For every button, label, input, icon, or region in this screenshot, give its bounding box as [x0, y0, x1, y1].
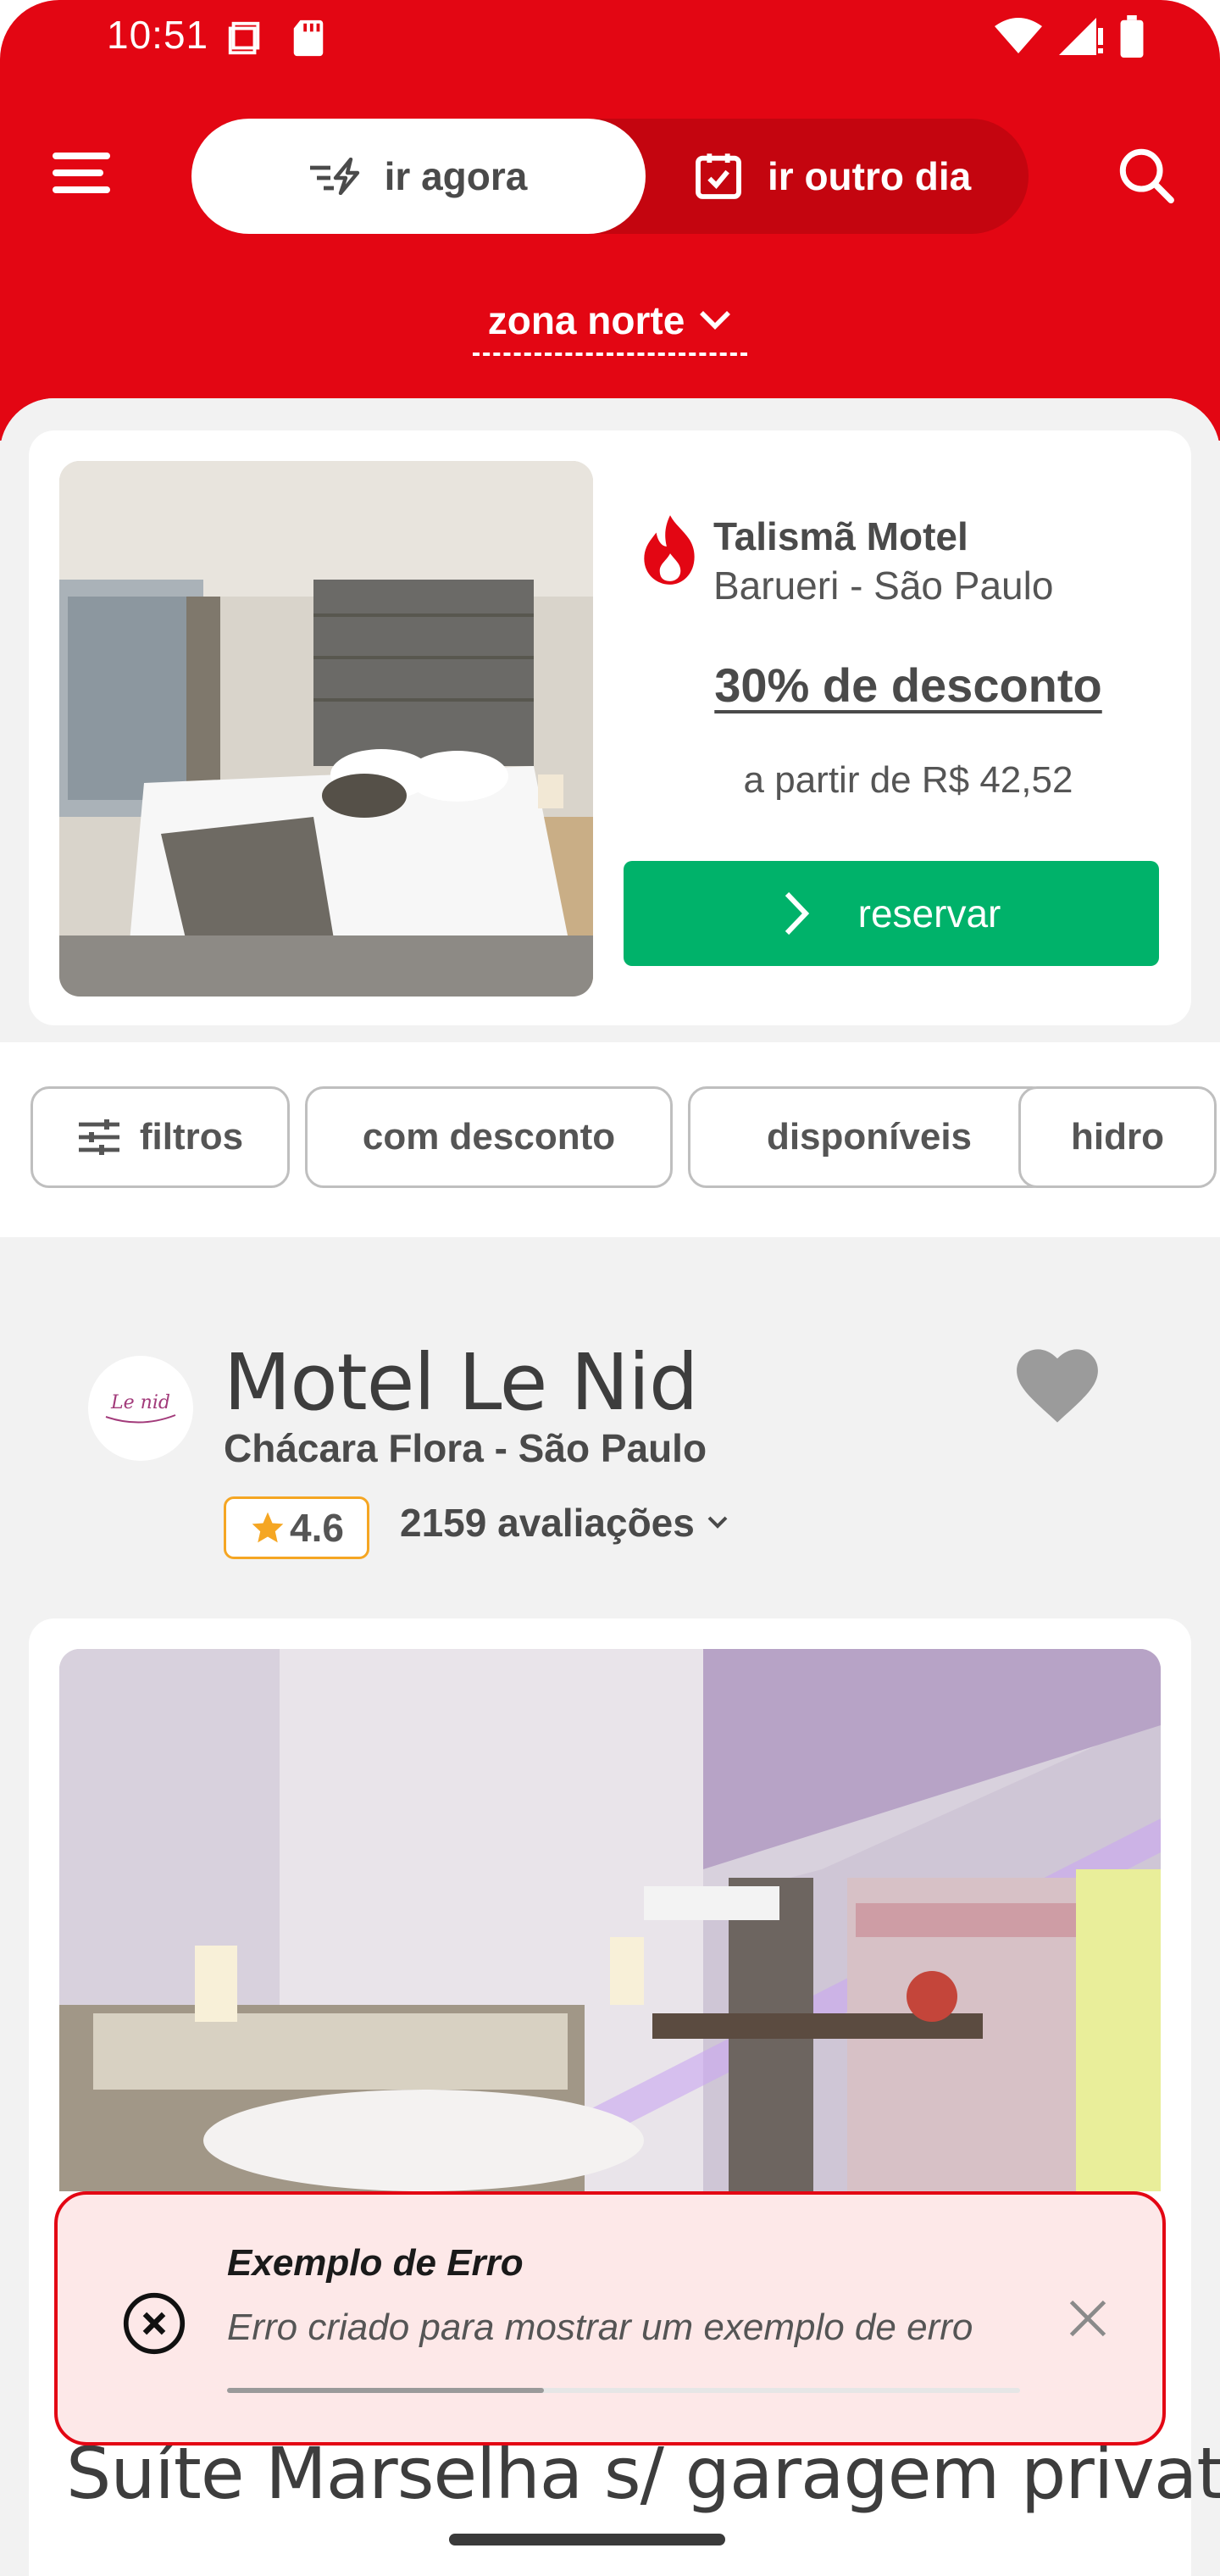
calendar-check-icon	[696, 153, 741, 199]
error-circle-icon	[123, 2292, 186, 2355]
filter-chip-label: hidro	[1071, 1116, 1164, 1158]
fire-icon	[644, 515, 695, 585]
bedroom-photo	[59, 461, 593, 997]
promo-section: Talismã Motel Barueri - São Paulo 30% de…	[0, 398, 1220, 1042]
star-icon	[252, 1512, 284, 1543]
zone-label: zona norte	[487, 298, 685, 342]
toast-progress-bar	[227, 2388, 545, 2393]
menu-button[interactable]	[53, 153, 110, 200]
go-now-tab[interactable]: ir agora	[191, 119, 646, 234]
filter-chip-available[interactable]: disponíveis	[688, 1086, 1051, 1188]
home-indicator[interactable]	[449, 2534, 725, 2545]
chevron-right-icon	[785, 891, 809, 935]
filter-chip-hydro[interactable]: hidro	[1018, 1086, 1217, 1188]
suite-photo	[59, 1649, 1161, 2191]
sd-card-icon	[293, 19, 324, 57]
chevron-down-icon	[700, 311, 731, 330]
go-other-day-tab[interactable]: ir outro dia	[666, 119, 1029, 234]
reserve-label: reservar	[857, 891, 1001, 935]
promo-discount[interactable]: 30% de desconto	[630, 658, 1186, 713]
reviews-count: 2159 avaliações	[400, 1501, 695, 1545]
toast-title: Exemplo de Erro	[227, 2242, 524, 2284]
reserve-button[interactable]: reservar	[624, 861, 1159, 966]
filter-chip-bar: filtros com desconto disponíveis hidro	[0, 1042, 1220, 1237]
search-icon[interactable]	[1117, 146, 1176, 205]
promo-location: Barueri - São Paulo	[713, 564, 1054, 608]
hotel-logo: Le nid	[88, 1356, 193, 1461]
logo-text: Le nid	[110, 1392, 170, 1413]
visit-mode-toggle: ir agora ir outro dia	[191, 119, 1029, 234]
menu-line	[53, 153, 110, 159]
app-header: 10:51 ir agora ir outro dia zona norte	[0, 0, 1220, 441]
signal-icon	[1059, 18, 1103, 55]
promo-room-photo	[59, 461, 593, 997]
close-icon[interactable]	[1066, 2296, 1110, 2340]
go-now-label: ir agora	[384, 154, 528, 198]
status-right-icons	[995, 15, 1144, 58]
fast-bolt-icon	[309, 158, 359, 195]
rating-badge: 4.6	[224, 1496, 369, 1559]
promo-price: a partir de R$ 42,52	[743, 759, 1073, 801]
toast-progress-track	[227, 2388, 1020, 2393]
reviews-toggle[interactable]: 2159 avaliações	[400, 1500, 729, 1546]
filter-chip-discount[interactable]: com desconto	[305, 1086, 673, 1188]
sliders-icon	[78, 1119, 119, 1155]
screenshot-icon	[228, 21, 260, 55]
filter-chip-label: filtros	[139, 1116, 244, 1158]
hotel-location: Chácara Flora - São Paulo	[224, 1426, 707, 1470]
le-nid-logo: Le nid	[105, 1392, 176, 1424]
app-screen: 10:51 ir agora ir outro dia zona norte T…	[0, 0, 1220, 2576]
go-other-day-label: ir outro dia	[768, 154, 972, 198]
zone-selector[interactable]: zona norte	[473, 288, 747, 356]
menu-line	[53, 169, 103, 176]
room-photo	[59, 1649, 1161, 2191]
hotel-name[interactable]: Motel Le Nid	[224, 1337, 698, 1428]
error-toast: Exemplo de Erro Erro criado para mostrar…	[54, 2191, 1166, 2446]
wifi-icon	[995, 18, 1042, 53]
filter-chip-filters[interactable]: filtros	[30, 1086, 290, 1188]
chevron-down-icon	[707, 1516, 728, 1529]
status-bar: 10:51	[0, 0, 1220, 76]
status-time: 10:51	[107, 13, 209, 57]
filter-chip-label: disponíveis	[766, 1116, 973, 1158]
favorite-heart-icon[interactable]	[1015, 1347, 1100, 1427]
promo-motel-name: Talismã Motel	[713, 514, 968, 558]
rating-value: 4.6	[290, 1506, 344, 1550]
promo-card[interactable]: Talismã Motel Barueri - São Paulo 30% de…	[29, 430, 1191, 1025]
menu-line	[53, 186, 110, 193]
toast-message: Erro criado para mostrar um exemplo de e…	[227, 2307, 973, 2348]
battery-icon	[1120, 15, 1144, 58]
filter-chip-label: com desconto	[362, 1116, 616, 1158]
